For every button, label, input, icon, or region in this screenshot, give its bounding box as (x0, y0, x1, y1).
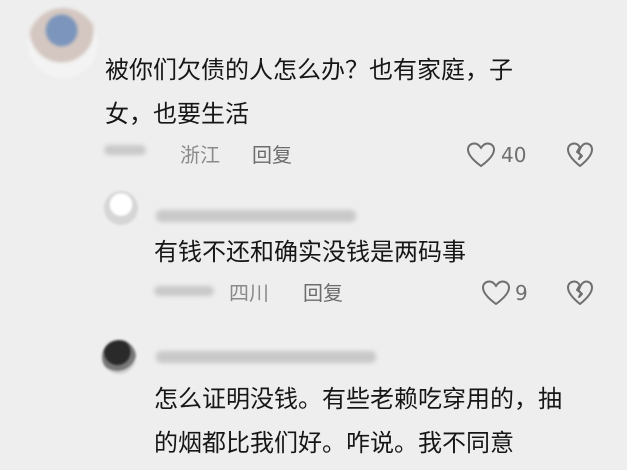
reply-text: 有钱不还和确实没钱是两码事 (154, 238, 466, 266)
heart-outline-icon[interactable] (481, 280, 511, 306)
like-count: 40 (501, 143, 527, 167)
like-count: 9 (515, 281, 528, 305)
username-blur (156, 210, 356, 222)
username-blur (156, 351, 376, 363)
reply-avatar[interactable] (104, 191, 138, 225)
reply-text: 怎么证明没钱。有些老赖吃穿用的，抽 的烟都比我们好。咋说。我不同意 (154, 385, 562, 457)
broken-heart-icon[interactable] (566, 280, 594, 306)
comment-text: 被你们欠债的人怎么办？也有家庭，子 女，也要生活 (105, 56, 513, 128)
reply-avatar[interactable] (102, 340, 136, 374)
broken-heart-icon[interactable] (566, 142, 594, 168)
username-blur (104, 145, 146, 155)
heart-outline-icon[interactable] (466, 142, 496, 168)
comment-location: 浙江 (180, 143, 220, 167)
commenter-avatar[interactable] (28, 8, 98, 78)
timestamp-blur (154, 286, 214, 296)
reply-location: 四川 (229, 281, 269, 305)
reply-button[interactable]: 回复 (252, 143, 292, 167)
reply-button[interactable]: 回复 (303, 281, 343, 305)
